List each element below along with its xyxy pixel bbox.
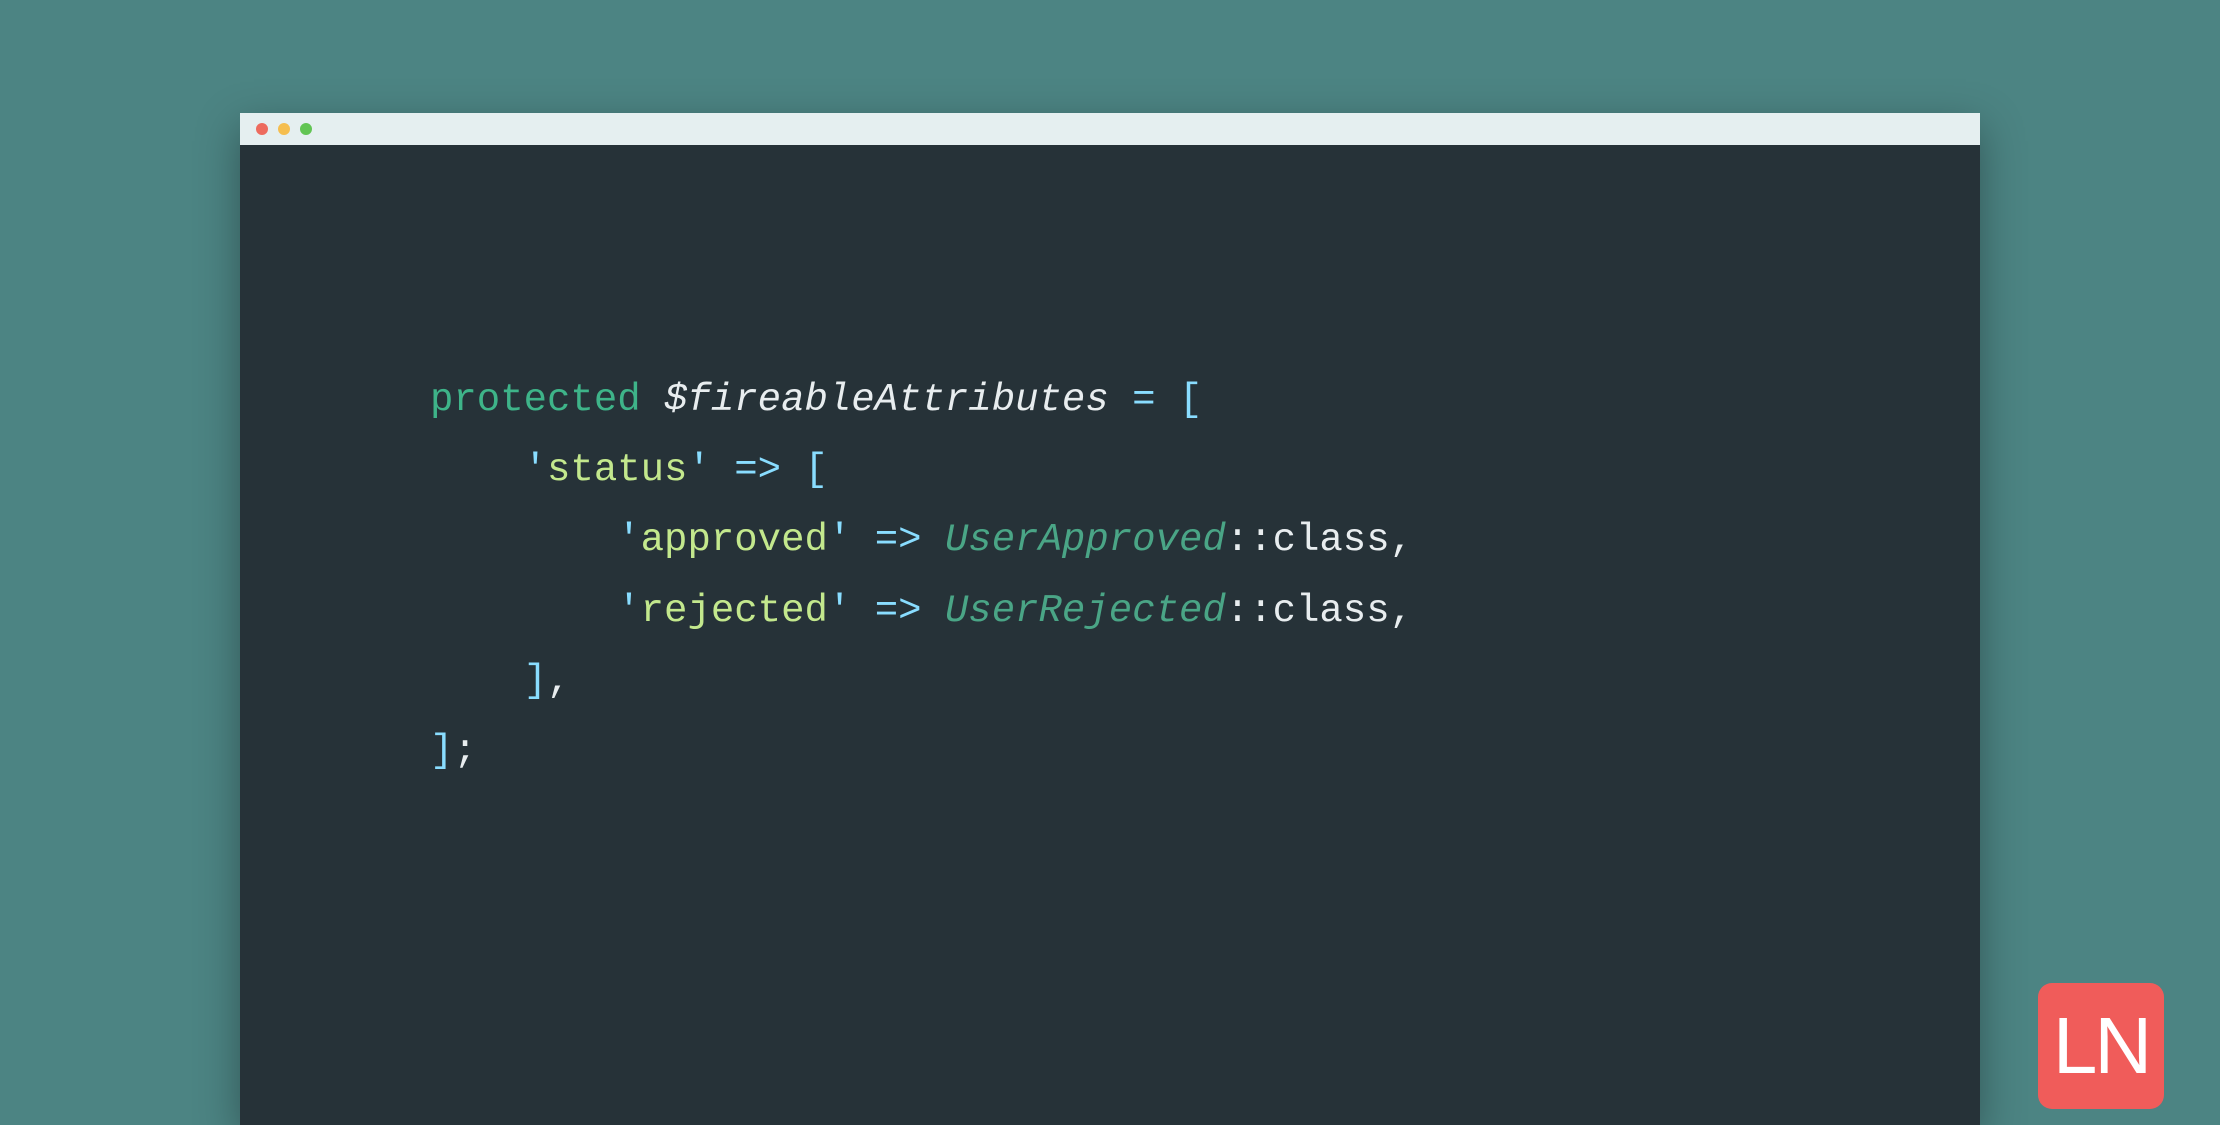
semicolon: ;	[453, 729, 476, 773]
comma: ,	[1390, 518, 1413, 562]
class-keyword: class	[1273, 518, 1390, 562]
code-line-4: 'rejected' => UserRejected::class,	[430, 589, 1413, 633]
code-window: protected $fireableAttributes = [ 'statu…	[240, 113, 1980, 1125]
close-bracket: ]	[524, 659, 547, 703]
quote: '	[687, 448, 710, 492]
code-content: protected $fireableAttributes = [ 'statu…	[240, 145, 1980, 786]
zoom-icon[interactable]	[300, 123, 312, 135]
arrow-operator: =>	[734, 448, 781, 492]
indent	[430, 659, 524, 703]
indent	[430, 518, 617, 562]
close-icon[interactable]	[256, 123, 268, 135]
code-line-2: 'status' => [	[430, 448, 828, 492]
string-status: status	[547, 448, 687, 492]
class-keyword: class	[1273, 589, 1390, 633]
variable-name: $fireableAttributes	[664, 378, 1109, 422]
indent	[430, 589, 617, 633]
window-titlebar	[240, 113, 1980, 145]
comma: ,	[1390, 589, 1413, 633]
brand-logo: LN	[2038, 983, 2164, 1109]
close-bracket: ]	[430, 729, 453, 773]
code-line-6: ];	[430, 729, 477, 773]
quote: '	[828, 589, 851, 633]
string-rejected: rejected	[641, 589, 828, 633]
code-line-5: ],	[430, 659, 570, 703]
scope-operator: ::	[1226, 518, 1273, 562]
open-bracket: [	[1179, 378, 1202, 422]
arrow-operator: =>	[875, 518, 922, 562]
minimize-icon[interactable]	[278, 123, 290, 135]
scope-operator: ::	[1226, 589, 1273, 633]
code-line-1: protected $fireableAttributes = [	[430, 378, 1202, 422]
quote: '	[524, 448, 547, 492]
quote: '	[828, 518, 851, 562]
class-ref: UserRejected	[945, 589, 1226, 633]
string-approved: approved	[641, 518, 828, 562]
brand-logo-text: LN	[2053, 1000, 2149, 1092]
code-line-3: 'approved' => UserApproved::class,	[430, 518, 1413, 562]
open-bracket: [	[805, 448, 828, 492]
class-ref: UserApproved	[945, 518, 1226, 562]
indent	[430, 448, 524, 492]
keyword-protected: protected	[430, 378, 641, 422]
arrow-operator: =>	[875, 589, 922, 633]
comma: ,	[547, 659, 570, 703]
equals-operator: =	[1132, 378, 1155, 422]
quote: '	[617, 518, 640, 562]
quote: '	[617, 589, 640, 633]
